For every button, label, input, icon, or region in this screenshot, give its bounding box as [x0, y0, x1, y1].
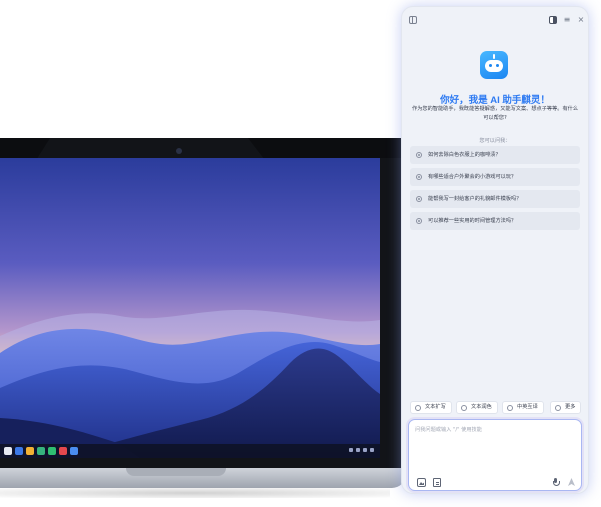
laptop-groove: [126, 468, 226, 476]
image-icon[interactable]: [417, 478, 426, 487]
suggested-question[interactable]: 有哪些适合户外聚会的小游戏可以玩？: [410, 168, 580, 186]
question-icon: [416, 174, 422, 180]
question-icon: [416, 218, 422, 224]
system-tray: [349, 448, 374, 452]
suggested-question[interactable]: 如何去除白色衣服上的咖啡渍？: [410, 146, 580, 164]
question-icon: [416, 152, 422, 158]
chat-input-box: [408, 419, 582, 491]
suggested-question-text: 能帮我写一封给客户的礼貌邮件模板吗？: [428, 196, 522, 202]
panel-titlebar: ≡ ×: [402, 7, 588, 33]
microphone-icon[interactable]: [551, 478, 560, 487]
chip-translate[interactable]: 中英互译: [502, 401, 544, 414]
polish-icon: [461, 405, 467, 411]
more-icon: [555, 405, 561, 411]
start-icon[interactable]: [4, 447, 12, 455]
browser-icon[interactable]: [37, 447, 45, 455]
robot-icon: [485, 60, 503, 72]
chip-more[interactable]: 更多: [550, 401, 581, 414]
laptop-display: [0, 138, 402, 468]
file-icon[interactable]: [433, 478, 441, 487]
suggestion-label: 您可以问我：: [479, 138, 511, 144]
volume-icon[interactable]: [356, 448, 360, 452]
chip-text-polish[interactable]: 文本润色: [456, 401, 498, 414]
sidebar-toggle-icon[interactable]: [409, 16, 417, 24]
office-icon[interactable]: [59, 447, 67, 455]
clock-icon[interactable]: [370, 448, 374, 452]
suggested-question[interactable]: 能帮我写一封给客户的礼貌邮件模板吗？: [410, 190, 580, 208]
expand-icon: [415, 405, 421, 411]
network-icon[interactable]: [349, 448, 353, 452]
desktop-scene: ≡ × 你好，我是 AI 助手麒灵！ 作为您的智能助手，我既能答疑解惑，又能写文…: [0, 0, 601, 507]
laptop-shadow: [0, 488, 390, 498]
folder-icon[interactable]: [26, 447, 34, 455]
suggested-question-text: 可以推荐一些实用的时间管理方法吗？: [428, 218, 517, 224]
suggested-question-text: 有哪些适合户外聚会的小游戏可以玩？: [428, 174, 517, 180]
camera-icon: [176, 148, 182, 154]
assistant-icon[interactable]: [70, 447, 78, 455]
intro-text: 作为您的智能助手，我既能答疑解惑，又能写文案、想点子等等。有什么可以帮您?: [412, 106, 579, 121]
bezel-right: [248, 138, 402, 158]
robot-antenna: [493, 54, 495, 59]
menu-icon[interactable]: ≡: [562, 15, 572, 25]
chip-label: 文本润色: [471, 404, 492, 410]
ai-assistant-panel: ≡ × 你好，我是 AI 助手麒灵！ 作为您的智能助手，我既能答疑解惑，又能写文…: [401, 6, 589, 494]
chip-label: 更多: [565, 404, 576, 410]
mountain-landscape: [0, 309, 380, 458]
greeting-title: 你好，我是 AI 助手麒灵！: [440, 95, 550, 106]
chat-input[interactable]: [415, 426, 575, 462]
chip-label: 中英互译: [517, 404, 538, 410]
taskbar: [0, 444, 380, 458]
close-icon[interactable]: ×: [576, 15, 586, 25]
assistant-avatar: [480, 51, 508, 79]
bezel-left: [0, 138, 50, 158]
layout-icon[interactable]: [549, 16, 557, 24]
desktop-wallpaper: [0, 158, 380, 458]
files-icon[interactable]: [15, 447, 23, 455]
laptop-base: [0, 468, 406, 488]
chip-text-expand[interactable]: 文本扩写: [410, 401, 452, 414]
translate-icon: [507, 405, 513, 411]
battery-icon[interactable]: [363, 448, 367, 452]
suggested-question-text: 如何去除白色衣服上的咖啡渍？: [428, 152, 501, 158]
send-icon[interactable]: [567, 478, 576, 487]
chat-icon[interactable]: [48, 447, 56, 455]
skill-chips: 文本扩写 文本润色 中英互译 更多: [410, 401, 582, 415]
chip-label: 文本扩写: [425, 404, 446, 410]
suggested-question[interactable]: 可以推荐一些实用的时间管理方法吗？: [410, 212, 580, 230]
question-icon: [416, 196, 422, 202]
